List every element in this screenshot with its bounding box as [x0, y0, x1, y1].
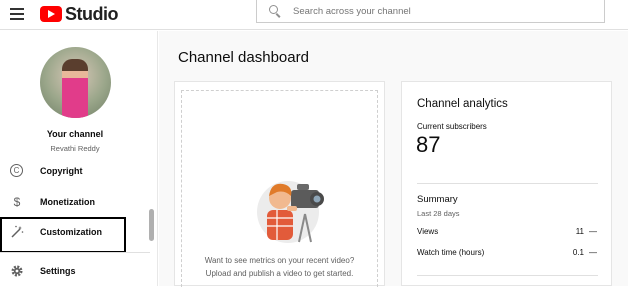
metric-value: 11 — [575, 227, 584, 236]
summary-title: Summary — [417, 194, 458, 205]
dollar-icon: $ — [13, 195, 21, 209]
sidebar-item-copyright[interactable]: C Copyright — [0, 157, 150, 185]
page-title: Channel dashboard — [178, 49, 309, 66]
gear-icon — [10, 264, 24, 278]
metric-label: Watch time (hours) — [417, 248, 485, 257]
upload-prompt-line2: Upload and publish a video to get starte… — [205, 269, 354, 278]
upload-prompt-text: Want to see metrics on your recent video… — [175, 254, 384, 280]
channel-title: Your channel — [46, 129, 104, 139]
sidebar-item-settings[interactable]: Settings — [0, 257, 150, 285]
highlight-annotation-box — [0, 217, 126, 253]
subscribers-label: Current subscribers — [417, 122, 487, 131]
analytics-divider — [417, 275, 598, 276]
avatar-photo-figure — [62, 59, 88, 118]
youtube-play-icon — [40, 6, 62, 22]
metric-row-views: Views 11 — — [417, 227, 598, 239]
upload-prompt-line1: Want to see metrics on your recent video… — [204, 256, 355, 265]
channel-avatar[interactable] — [40, 47, 111, 118]
copyright-icon: C — [10, 164, 23, 177]
sidebar-item-label: Settings — [40, 266, 76, 276]
sidebar-item-monetization[interactable]: $ Monetization — [0, 188, 150, 216]
trend-dash-icon: — — [589, 227, 597, 236]
sidebar: Your channel Revathi Reddy C Copyright $… — [0, 31, 158, 286]
menu-icon[interactable] — [10, 8, 24, 20]
logo-text: Studio — [65, 3, 119, 24]
sidebar-divider — [0, 252, 150, 253]
trend-dash-icon: — — [589, 248, 597, 257]
sidebar-scrollbar[interactable] — [149, 209, 154, 241]
upload-video-card: Want to see metrics on your recent video… — [174, 81, 385, 287]
search-input[interactable] — [293, 5, 583, 17]
top-bar: Studio — [0, 0, 628, 30]
metric-label: Views — [417, 227, 439, 236]
photographer-illustration — [247, 172, 329, 244]
channel-name: Revathi Reddy — [50, 144, 100, 153]
analytics-title: Channel analytics — [417, 98, 508, 110]
metric-value: 0.1 — [572, 248, 584, 257]
subscribers-count: 87 — [416, 132, 441, 157]
sidebar-item-label: Monetization — [40, 197, 95, 207]
search-box[interactable] — [256, 0, 605, 23]
summary-period: Last 28 days — [417, 209, 460, 218]
main-content: Channel dashboard Want to see metrics on… — [159, 31, 628, 287]
channel-analytics-card: Channel analytics Current subscribers 87… — [401, 81, 612, 286]
metric-row-watch-time: Watch time (hours) 0.1 — — [417, 248, 598, 260]
youtube-studio-logo[interactable]: Studio — [40, 3, 119, 25]
search-icon[interactable] — [269, 5, 281, 17]
analytics-divider — [417, 183, 598, 184]
sidebar-item-label: Copyright — [40, 166, 83, 176]
